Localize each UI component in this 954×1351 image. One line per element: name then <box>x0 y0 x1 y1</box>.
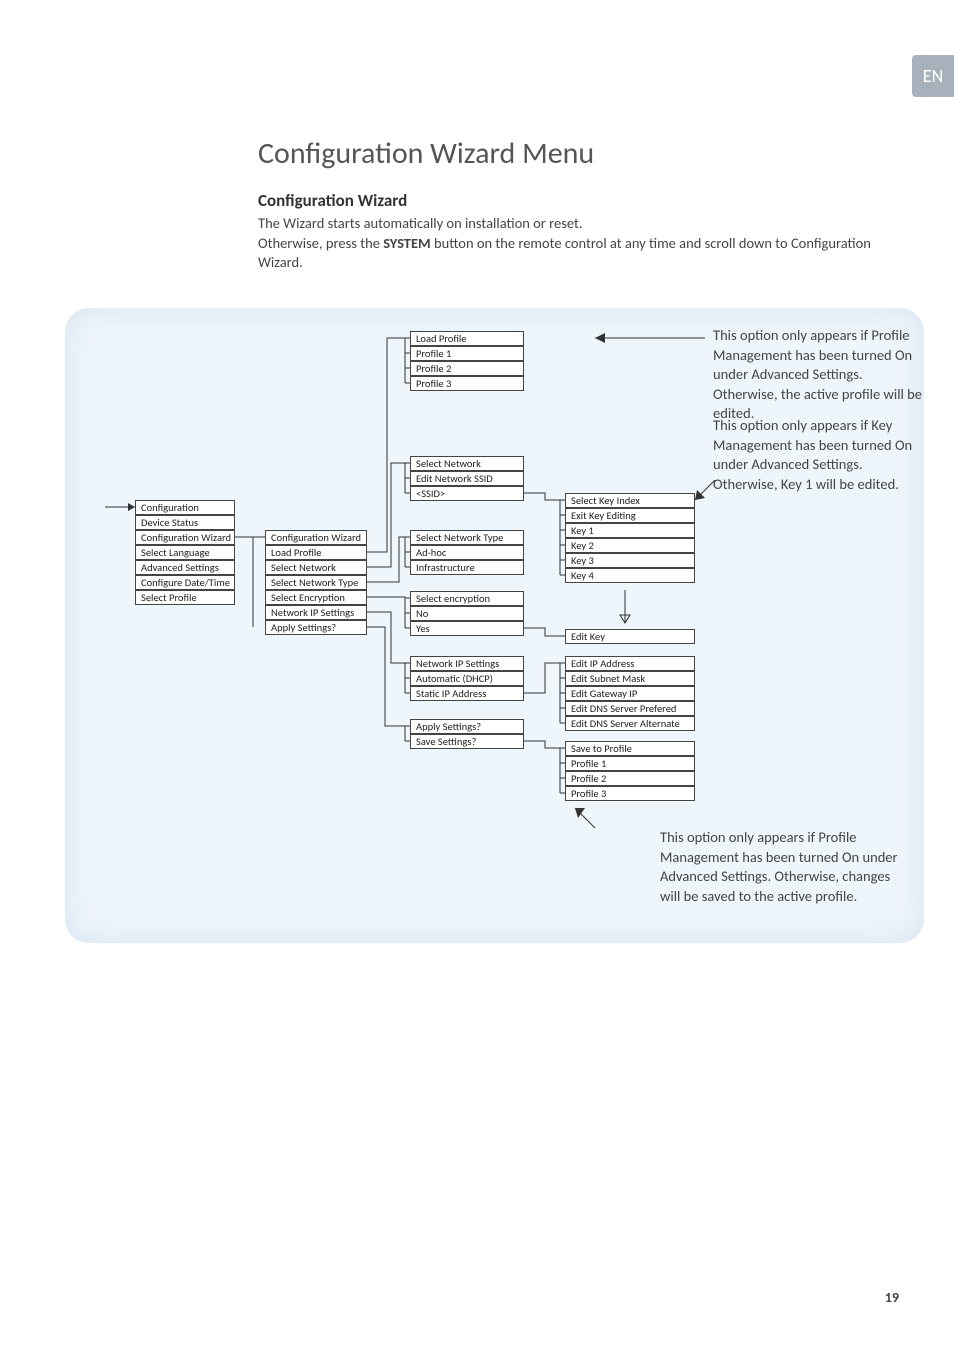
wizard-select-network-type: Select Network Type <box>265 575 367 590</box>
ssid-value: <SSID> <box>410 486 524 501</box>
key-4: Key 4 <box>565 568 695 583</box>
load-profile-header: Load Profile <box>410 331 524 346</box>
system-label: SYSTEM <box>383 234 431 252</box>
annotation-key-mgmt-b: Otherwise, Key 1 will be edited. <box>713 475 899 493</box>
key-2: Key 2 <box>565 538 695 553</box>
save-settings-q: Save Settings? <box>410 734 524 749</box>
wizard-select-encryption: Select Encryption <box>265 590 367 605</box>
annotation-key-mgmt: This option only appears if Key Manageme… <box>713 416 923 494</box>
edit-dns-prefered: Edit DNS Server Prefered <box>565 701 695 716</box>
select-network-header: Select Network <box>410 456 524 471</box>
encryption-no: No <box>410 606 524 621</box>
exit-key-editing: Exit Key Editing <box>565 508 695 523</box>
encryption-yes: Yes <box>410 621 524 636</box>
ip-automatic: Automatic (DHCP) <box>410 671 524 686</box>
diagram-panel: Configuration Device Status Configuratio… <box>65 308 924 943</box>
save-to-profile: Save to Profile <box>565 741 695 756</box>
section-subtitle: Configuration Wizard <box>258 190 894 211</box>
menu-configure-datetime: Configure Date/Time <box>135 575 235 590</box>
language-tab: EN <box>912 55 954 97</box>
load-profile-1: Profile 1 <box>410 346 524 361</box>
annotation-load-profile: This option only appears if Profile Mana… <box>713 326 923 424</box>
menu-advanced-settings: Advanced Settings <box>135 560 235 575</box>
edit-dns-alternate: Edit DNS Server Alternate <box>565 716 695 731</box>
wizard-network-ip: Network IP Settings <box>265 605 367 620</box>
header-block: Configuration Wizard Menu Configuration … <box>258 135 894 273</box>
network-type-adhoc: Ad-hoc <box>410 545 524 560</box>
annotation-key-mgmt-a: This option only appears if Key Manageme… <box>713 416 912 473</box>
wizard-select-network: Select Network <box>265 560 367 575</box>
network-type-infrastructure: Infrastructure <box>410 560 524 575</box>
edit-subnet-mask: Edit Subnet Mask <box>565 671 695 686</box>
save-profile-3: Profile 3 <box>565 786 695 801</box>
wizard-apply-settings: Apply Settings? <box>265 620 367 635</box>
select-network-type-header: Select Network Type <box>410 530 524 545</box>
menu-config-wizard: Configuration Wizard <box>135 530 235 545</box>
intro-text: The Wizard starts automatically on insta… <box>258 214 894 273</box>
menu-device-status: Device Status <box>135 515 235 530</box>
page-number: 19 <box>885 1289 899 1306</box>
annotation-save-profile: This option only appears if Profile Mana… <box>660 828 910 906</box>
select-key-index: Select Key Index <box>565 493 695 508</box>
key-1: Key 1 <box>565 523 695 538</box>
edit-network-ssid: Edit Network SSID <box>410 471 524 486</box>
intro-line2a: Otherwise, press the <box>258 234 383 252</box>
load-profile-2: Profile 2 <box>410 361 524 376</box>
key-3: Key 3 <box>565 553 695 568</box>
wizard-load-profile: Load Profile <box>265 545 367 560</box>
edit-ip-address: Edit IP Address <box>565 656 695 671</box>
intro-line1: The Wizard starts automatically on insta… <box>258 214 583 232</box>
edit-gateway-ip: Edit Gateway IP <box>565 686 695 701</box>
ip-static: Static IP Address <box>410 686 524 701</box>
edit-key: Edit Key <box>565 629 695 644</box>
select-encryption-header: Select encryption <box>410 591 524 606</box>
menu-configuration: Configuration <box>135 500 235 515</box>
load-profile-3: Profile 3 <box>410 376 524 391</box>
page-title: Configuration Wizard Menu <box>258 135 894 172</box>
menu-select-language: Select Language <box>135 545 235 560</box>
apply-settings-q: Apply Settings? <box>410 719 524 734</box>
wizard-title: Configuration Wizard <box>265 530 367 545</box>
network-ip-header: Network IP Settings <box>410 656 524 671</box>
save-profile-2: Profile 2 <box>565 771 695 786</box>
save-profile-1: Profile 1 <box>565 756 695 771</box>
menu-select-profile: Select Profile <box>135 590 235 605</box>
